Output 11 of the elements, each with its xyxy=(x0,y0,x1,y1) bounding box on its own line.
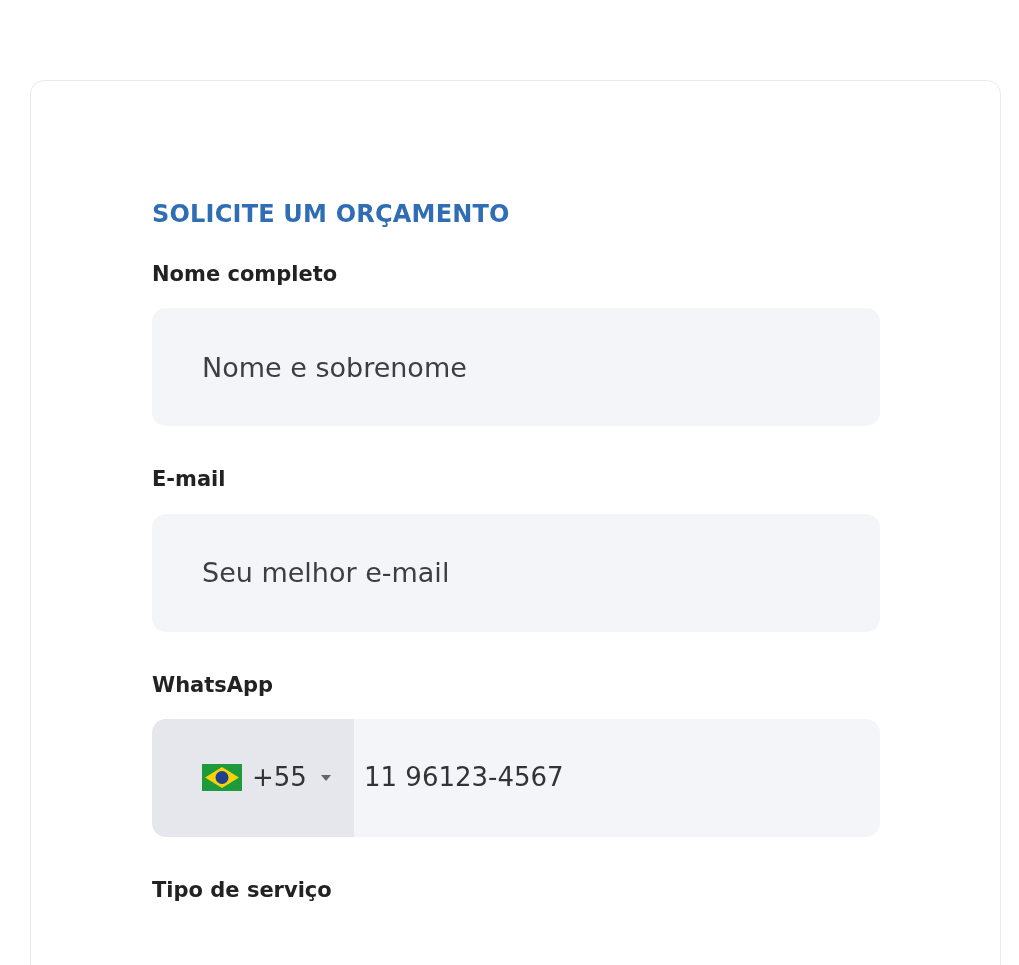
field-label: WhatsApp xyxy=(152,673,275,697)
flag-icon xyxy=(202,764,242,792)
input-field[interactable]: Seu melhor e-mail xyxy=(152,513,880,632)
country-code-dropdown[interactable]: +55 xyxy=(152,718,354,837)
form-title: SOLICITE UM ORÇAMENTO xyxy=(152,201,511,228)
caret-icon xyxy=(320,774,331,781)
phone-field[interactable]: 11 96123-4567 xyxy=(354,718,880,837)
input-field[interactable]: Nome e sobrenome xyxy=(152,308,880,427)
field-label: Tipo de serviço xyxy=(152,878,333,902)
field-label: E-mail xyxy=(152,468,227,492)
field-label: Nome completo xyxy=(152,263,339,287)
